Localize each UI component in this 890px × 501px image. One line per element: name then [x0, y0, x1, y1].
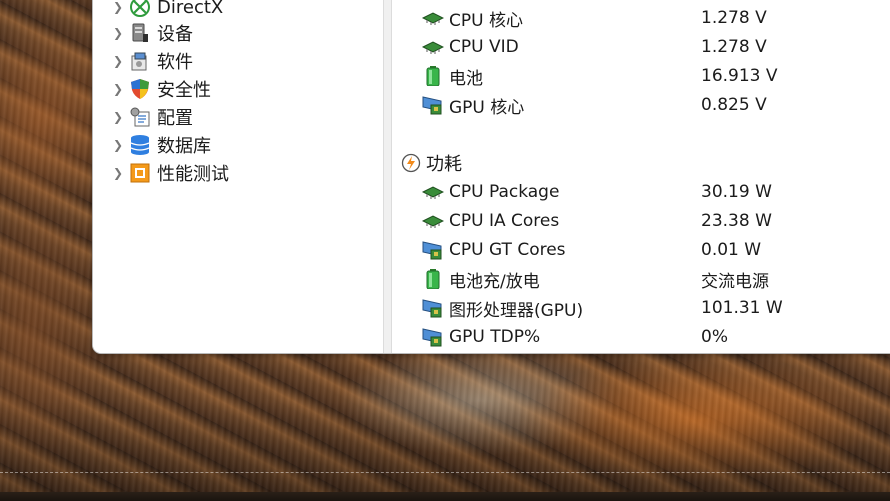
sensor-label: 图形处理器(GPU) [449, 300, 584, 321]
cpu-chip-icon [422, 186, 444, 199]
sensor-row[interactable]: CPU 核心 1.278 V [393, 4, 890, 32]
sensor-details: CPU 核心 1.278 V CPU VID 1.278 V 电池 16.913… [393, 0, 890, 353]
sensor-value: 101.31 W [701, 298, 783, 318]
sensor-row[interactable]: CPU Package 30.19 W [393, 178, 890, 206]
tree-item-label: 软件 [157, 52, 193, 73]
sensor-row[interactable]: GPU TDP% 0% [393, 323, 890, 351]
tree-item-label: 性能测试 [157, 164, 229, 185]
sensor-label: CPU Package [449, 182, 560, 202]
sensor-value: 16.913 V [701, 66, 778, 86]
battery-icon [426, 269, 440, 289]
gpu-card-icon [422, 241, 442, 260]
sensor-row[interactable]: 电池充/放电 交流电源 [393, 265, 890, 293]
sensor-label: 电池充/放电 [449, 271, 540, 292]
chevron-right-icon[interactable]: ❯ [93, 26, 129, 40]
sensor-value: 23.38 W [701, 211, 772, 231]
taskbar-edge [0, 492, 890, 501]
power-icon [401, 153, 421, 173]
tree-item-label: 配置 [157, 108, 193, 129]
sensor-value: 交流电源 [701, 271, 769, 292]
sensor-row[interactable]: CPU GT Cores 0.01 W [393, 236, 890, 264]
sensor-label: GPU TDP% [449, 327, 541, 347]
navigation-tree: ❯ DirectX ❯ 设备 ❯ 软件 ❯ 安全性 ❯ 配置 ❯ 数据库 ❯ 性… [93, 0, 383, 353]
security-shield-icon [131, 79, 149, 99]
sensor-label: CPU VID [449, 37, 519, 57]
sensor-value: 1.278 V [701, 37, 767, 57]
sensor-row[interactable]: 电池 16.913 V [393, 62, 890, 90]
sensor-value: 0.01 W [701, 240, 762, 260]
tree-item-database[interactable]: ❯ 数据库 [93, 131, 383, 159]
tree-item-label: DirectX [157, 0, 224, 18]
sensor-value: 0.825 V [701, 95, 767, 115]
database-icon [130, 135, 150, 155]
chevron-right-icon[interactable]: ❯ [93, 138, 129, 152]
tree-item-label: 安全性 [157, 80, 211, 101]
sensor-value: 0% [701, 327, 728, 347]
sensor-window: ❯ DirectX ❯ 设备 ❯ 软件 ❯ 安全性 ❯ 配置 ❯ 数据库 ❯ 性… [92, 0, 890, 354]
tree-item-label: 数据库 [157, 136, 211, 157]
battery-icon [426, 66, 440, 86]
sensor-label: CPU IA Cores [449, 211, 560, 231]
cpu-chip-icon [422, 12, 444, 25]
config-icon [130, 107, 150, 127]
sensor-label: 电池 [449, 68, 483, 89]
chevron-right-icon[interactable]: ❯ [93, 0, 129, 14]
section-header-power[interactable]: 功耗 [393, 149, 890, 177]
chevron-right-icon[interactable]: ❯ [93, 110, 129, 124]
tree-item-label: 设备 [157, 24, 193, 45]
sensor-row[interactable]: CPU VID 1.278 V [393, 33, 890, 61]
device-icon [132, 23, 148, 42]
gpu-card-icon [422, 328, 442, 347]
gpu-card-icon [422, 299, 442, 318]
sensor-label: CPU 核心 [449, 10, 523, 31]
xbox-icon [130, 0, 150, 17]
cpu-chip-icon [422, 215, 444, 228]
pane-splitter[interactable] [383, 0, 392, 353]
tree-item-benchmark[interactable]: ❯ 性能测试 [93, 159, 383, 187]
tree-item-security[interactable]: ❯ 安全性 [93, 75, 383, 103]
sensor-label: GPU 核心 [449, 97, 525, 118]
gpu-card-icon [422, 96, 442, 115]
sensor-row[interactable]: CPU IA Cores 23.38 W [393, 207, 890, 235]
sensor-row[interactable]: 图形处理器(GPU) 101.31 W [393, 294, 890, 322]
sensor-label: CPU GT Cores [449, 240, 566, 260]
sensor-row[interactable]: GPU 核心 0.825 V [393, 91, 890, 119]
chevron-right-icon[interactable]: ❯ [93, 166, 129, 180]
chevron-right-icon[interactable]: ❯ [93, 82, 129, 96]
tree-item-directx[interactable]: ❯ DirectX [93, 0, 383, 21]
tree-item-devices[interactable]: ❯ 设备 [93, 19, 383, 47]
chevron-right-icon[interactable]: ❯ [93, 54, 129, 68]
wallpaper-dashed-line [0, 472, 890, 473]
software-icon [131, 52, 147, 71]
tree-item-software[interactable]: ❯ 软件 [93, 47, 383, 75]
section-title: 功耗 [426, 154, 462, 175]
sensor-value: 1.278 V [701, 8, 767, 28]
benchmark-icon [130, 163, 150, 183]
cpu-chip-icon [422, 41, 444, 54]
sensor-value: 30.19 W [701, 182, 772, 202]
tree-item-config[interactable]: ❯ 配置 [93, 103, 383, 131]
